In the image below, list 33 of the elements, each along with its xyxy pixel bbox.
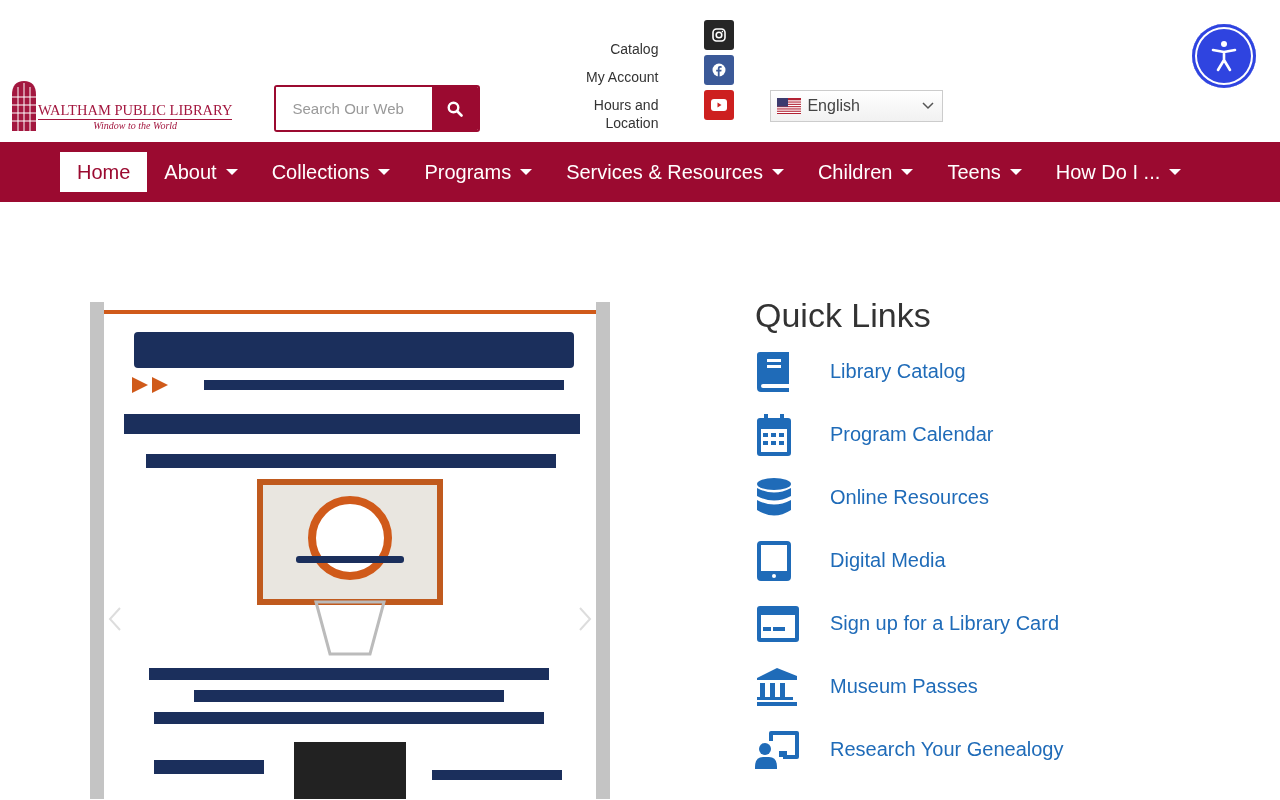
play-icon[interactable]	[704, 90, 735, 120]
research-icon	[755, 728, 799, 771]
quick-link[interactable]: Library Catalog	[830, 360, 966, 383]
nav-tab[interactable]: Home	[60, 152, 148, 192]
quick-link[interactable]: Program Calendar	[830, 423, 994, 446]
nav-tab[interactable]: Services & Resources	[549, 152, 801, 192]
nav-tab[interactable]: Programs	[407, 152, 550, 192]
nav-tab[interactable]: Children	[800, 152, 931, 192]
quick-link[interactable]: Museum Passes	[830, 675, 978, 698]
camera-icon[interactable]	[704, 20, 735, 50]
museum-icon	[755, 665, 799, 708]
quick-link[interactable]: Online Resources	[830, 486, 989, 509]
flag-icon	[777, 98, 802, 114]
nav-tab[interactable]: Teens	[930, 152, 1039, 192]
header-link[interactable]: My Account	[586, 68, 659, 86]
search-button[interactable]	[432, 87, 479, 130]
header-link[interactable]: Hours and Location	[560, 96, 659, 132]
nav-tab[interactable]: About	[147, 152, 255, 192]
language-select[interactable]: English	[770, 90, 944, 122]
person-icon	[1210, 40, 1238, 72]
quick-link[interactable]: Sign up for a Library Card	[830, 612, 1059, 635]
library-logo[interactable]: WALTHAM PUBLIC LIBRARY Window to the World	[12, 81, 233, 131]
nav-tab[interactable]: How Do I ...	[1038, 152, 1199, 192]
nav-tab[interactable]: Collections	[254, 152, 408, 192]
quick-link[interactable]: Digital Media	[830, 549, 946, 572]
quick-link[interactable]: Research Your Genealogy	[830, 738, 1064, 761]
f-letter-icon[interactable]	[704, 55, 735, 85]
search-icon	[447, 100, 464, 117]
header-link[interactable]: Catalog	[610, 40, 659, 58]
section-heading: Quick Links	[755, 295, 932, 336]
search-field[interactable]: Search Our Web	[274, 85, 481, 132]
accessibility-button[interactable]	[1192, 24, 1256, 88]
chevron-down-icon	[922, 102, 935, 110]
